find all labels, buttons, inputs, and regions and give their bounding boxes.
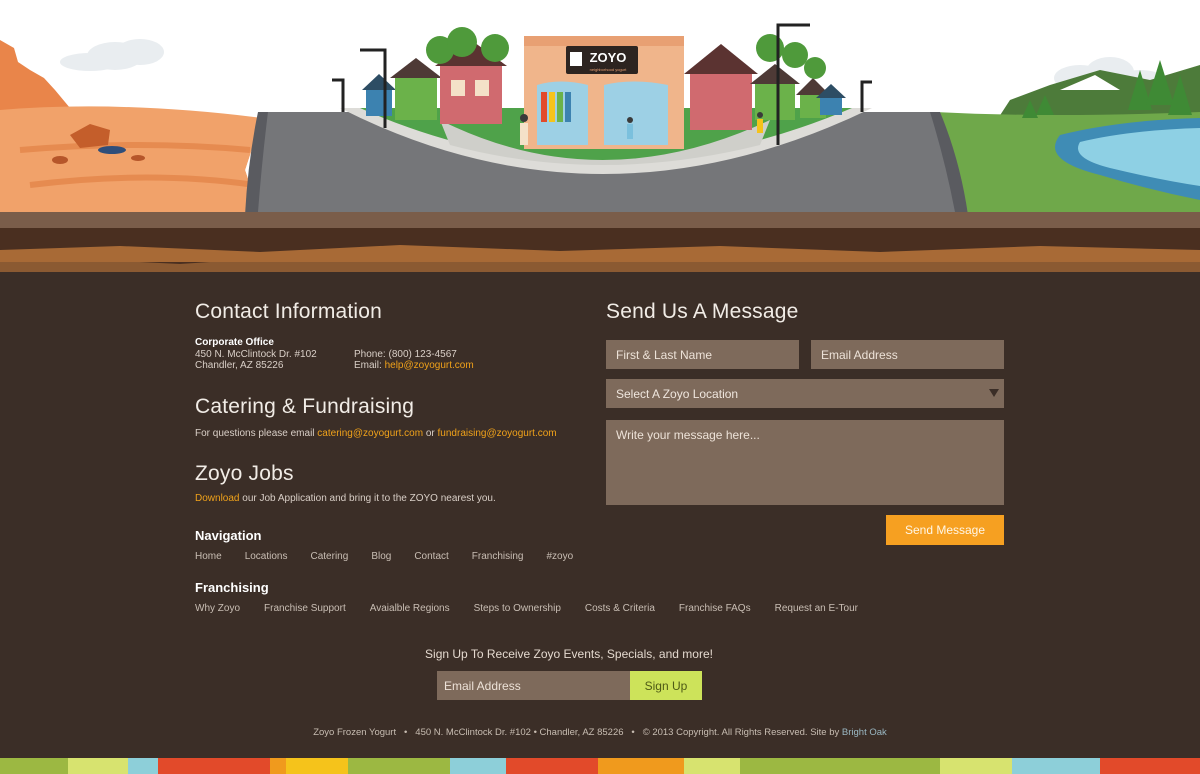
zoyo-shop: ZOYO neighborhood yogurt <box>524 36 684 149</box>
jobs-description: our Job Application and bring it to the … <box>242 493 496 504</box>
jobs-text: Download our Job Application and bring i… <box>195 493 496 504</box>
franchising-links: Why Zoyo Franchise Support Avaialble Reg… <box>195 603 858 614</box>
navigation-links: Home Locations Catering Blog Contact Fra… <box>195 551 573 562</box>
jobs-heading: Zoyo Jobs <box>195 462 294 485</box>
fundraising-email-link[interactable]: fundraising@zoyogurt.com <box>438 428 557 439</box>
help-email-link[interactable]: help@zoyogurt.com <box>385 360 474 371</box>
franchise-link-support[interactable]: Franchise Support <box>264 603 346 614</box>
navigation-title: Navigation <box>195 528 262 543</box>
catering-prefix: For questions please email <box>195 428 315 439</box>
stripe-segment <box>506 758 598 774</box>
bright-oak-link[interactable]: Bright Oak <box>842 727 887 738</box>
stripe-segment <box>286 758 348 774</box>
franchise-link-faqs[interactable]: Franchise FAQs <box>679 603 751 614</box>
footer-address: 450 N. McClintock Dr. #102 • Chandler, A… <box>415 727 624 738</box>
nav-link-blog[interactable]: Blog <box>371 551 391 562</box>
stripe-segment <box>128 758 158 774</box>
nav-link-contact[interactable]: Contact <box>414 551 448 562</box>
catering-joiner: or <box>425 428 435 439</box>
stripe-segment <box>1012 758 1100 774</box>
stripe-segment <box>68 758 128 774</box>
stripe-segment <box>940 758 1012 774</box>
svg-text:ZOYO: ZOYO <box>590 50 627 65</box>
nav-link-franchising[interactable]: Franchising <box>472 551 524 562</box>
office-title: Corporate Office <box>195 337 274 348</box>
download-application-link[interactable]: Download <box>195 493 239 504</box>
email-line: Email: help@zoyogurt.com <box>354 360 474 371</box>
franchising-title: Franchising <box>195 580 269 595</box>
message-textarea[interactable] <box>606 420 1004 505</box>
catering-heading: Catering & Fundraising <box>195 395 415 418</box>
footer-company: Zoyo Frozen Yogurt <box>313 727 397 738</box>
hero-scene-svg: ZOYO neighborhood yogurt <box>0 0 1200 276</box>
name-input[interactable] <box>606 340 799 369</box>
newsletter-text: Sign Up To Receive Zoyo Events, Specials… <box>425 647 713 661</box>
newsletter-email-input[interactable]: Email Address <box>437 671 630 700</box>
footer-copyright: © 2013 Copyright. All Rights Reserved. S… <box>642 727 840 738</box>
nav-link-catering[interactable]: Catering <box>311 551 349 562</box>
color-stripe <box>0 758 1200 774</box>
nav-link-home[interactable]: Home <box>195 551 222 562</box>
franchise-link-ownership[interactable]: Steps to Ownership <box>474 603 561 614</box>
stripe-segment <box>1100 758 1200 774</box>
phone-number: (800) 123-4567 <box>388 349 457 360</box>
phone-line: Phone: (800) 123-4567 <box>354 349 457 360</box>
dropdown-arrow-icon <box>989 389 999 397</box>
contact-heading: Contact Information <box>195 300 383 323</box>
address-line1: 450 N. McClintock Dr. #102 <box>195 349 317 360</box>
email-label: Email: <box>354 360 382 371</box>
hero-illustration: ZOYO neighborhood yogurt <box>0 0 1200 276</box>
stripe-segment <box>740 758 850 774</box>
signup-button[interactable]: Sign Up <box>630 671 702 700</box>
stripe-segment <box>270 758 286 774</box>
phone-label: Phone: <box>354 349 386 360</box>
send-message-button[interactable]: Send Message <box>886 515 1004 545</box>
stripe-segment <box>684 758 740 774</box>
stripe-segment <box>450 758 506 774</box>
catering-text: For questions please email catering@zoyo… <box>195 428 557 439</box>
location-select[interactable]: Select A Zoyo Location <box>606 379 1004 408</box>
nav-link-locations[interactable]: Locations <box>245 551 288 562</box>
stripe-segment <box>158 758 270 774</box>
franchise-link-regions[interactable]: Avaialble Regions <box>370 603 450 614</box>
svg-text:neighborhood yogurt: neighborhood yogurt <box>590 67 628 72</box>
franchise-link-costs[interactable]: Costs & Criteria <box>585 603 655 614</box>
stripe-segment <box>348 758 450 774</box>
address-line2: Chandler, AZ 85226 <box>195 360 284 371</box>
franchise-link-why-zoyo[interactable]: Why Zoyo <box>195 603 240 614</box>
franchise-link-etour[interactable]: Request an E-Tour <box>775 603 858 614</box>
location-select-label: Select A Zoyo Location <box>616 386 739 401</box>
email-input[interactable] <box>811 340 1004 369</box>
stripe-segment <box>598 758 684 774</box>
stripe-segment <box>850 758 940 774</box>
catering-email-link[interactable]: catering@zoyogurt.com <box>317 428 423 439</box>
stripe-segment <box>0 758 68 774</box>
copyright-bar: Zoyo Frozen Yogurt • 450 N. McClintock D… <box>313 727 887 738</box>
message-heading: Send Us A Message <box>606 300 799 323</box>
nav-link-zoyo-hashtag[interactable]: #zoyo <box>547 551 574 562</box>
